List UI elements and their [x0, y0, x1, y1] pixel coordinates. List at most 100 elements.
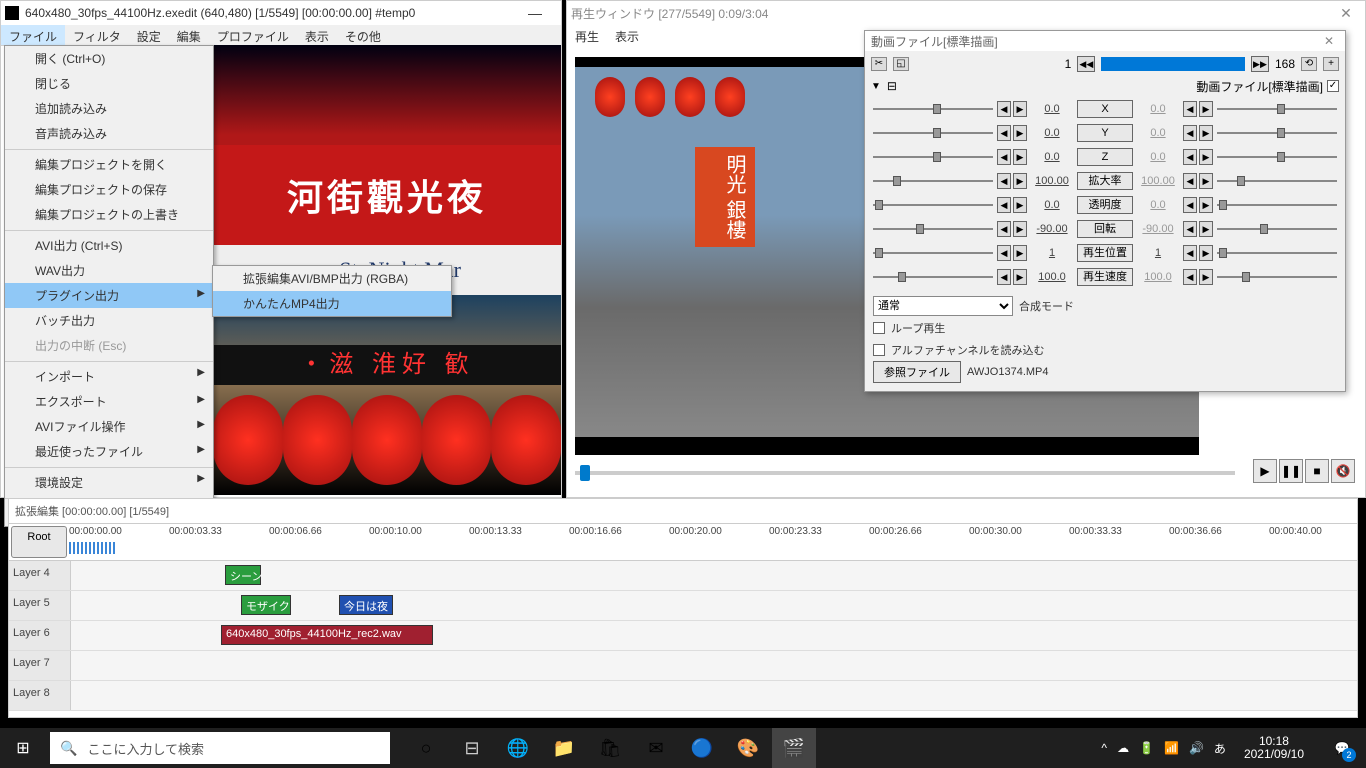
value-right[interactable]: 1: [1135, 247, 1181, 259]
slider-left[interactable]: [871, 173, 995, 189]
step-right-2[interactable]: ▶: [1199, 221, 1213, 237]
step-right[interactable]: ▶: [1013, 245, 1027, 261]
mute-button[interactable]: 🔇: [1331, 459, 1355, 483]
slider-right[interactable]: [1215, 173, 1339, 189]
taskbar-search[interactable]: 🔍 ここに入力して検索: [50, 732, 390, 764]
menu-other[interactable]: その他: [337, 25, 389, 45]
tray-wifi-icon[interactable]: 📶: [1164, 741, 1179, 755]
file-menu-item[interactable]: 編集プロジェクトの保存: [5, 177, 213, 202]
step-left[interactable]: ◀: [997, 221, 1011, 237]
start-button[interactable]: ⊞: [0, 728, 46, 768]
cortana-icon[interactable]: ○: [404, 728, 448, 768]
layer-name[interactable]: Layer 6: [9, 621, 71, 650]
timeline-clip[interactable]: 今日は夜: [339, 595, 393, 615]
timeline-ruler[interactable]: 00:00:00.0000:00:03.3300:00:06.6600:00:1…: [69, 524, 1357, 560]
step-right[interactable]: ▶: [1013, 101, 1027, 117]
step-right[interactable]: ▶: [1013, 221, 1027, 237]
param-button[interactable]: 再生速度: [1077, 268, 1133, 286]
submenu-item[interactable]: 拡張編集AVI/BMP出力 (RGBA): [213, 266, 451, 291]
step-left[interactable]: ◀: [997, 269, 1011, 285]
step-left[interactable]: ◀: [997, 149, 1011, 165]
layer-track[interactable]: シーン: [71, 561, 1357, 590]
layer-track[interactable]: [71, 651, 1357, 680]
file-menu-item[interactable]: AVI出力 (Ctrl+S): [5, 230, 213, 258]
chrome-icon[interactable]: 🔵: [680, 728, 724, 768]
tool-icon-2[interactable]: ◱: [893, 57, 909, 71]
step-right[interactable]: ▶: [1013, 197, 1027, 213]
playback-seekbar[interactable]: [575, 463, 1235, 483]
tray-chevron-icon[interactable]: ^: [1101, 741, 1107, 755]
layer-name[interactable]: Layer 8: [9, 681, 71, 710]
menu-view[interactable]: 表示: [297, 25, 337, 45]
tray-ime-icon[interactable]: あ: [1214, 740, 1226, 757]
param-button[interactable]: 透明度: [1077, 196, 1133, 214]
reference-file-button[interactable]: 参照ファイル: [873, 361, 961, 383]
step-left[interactable]: ◀: [997, 101, 1011, 117]
menu-file[interactable]: ファイル: [1, 25, 65, 45]
step-left[interactable]: ◀: [997, 125, 1011, 141]
play-button[interactable]: ▶: [1253, 459, 1277, 483]
slider-right[interactable]: [1215, 197, 1339, 213]
value-left[interactable]: 1: [1029, 247, 1075, 259]
value-right[interactable]: 0.0: [1135, 199, 1181, 211]
timeline-clip[interactable]: シーン: [225, 565, 261, 585]
property-close[interactable]: ✕: [1319, 34, 1339, 48]
file-menu-item[interactable]: 開く (Ctrl+O): [5, 46, 213, 71]
step-left-2[interactable]: ◀: [1183, 269, 1197, 285]
pause-button[interactable]: ❚❚: [1279, 459, 1303, 483]
param-button[interactable]: 回転: [1077, 220, 1133, 238]
value-left[interactable]: -90.00: [1029, 223, 1075, 235]
value-left[interactable]: 100.0: [1029, 271, 1075, 283]
file-menu-item[interactable]: 最近使ったファイル▶: [5, 439, 213, 464]
param-button[interactable]: X: [1077, 100, 1133, 118]
tool-icon-1[interactable]: ✂: [871, 57, 887, 71]
explorer-icon[interactable]: 📁: [542, 728, 586, 768]
param-button[interactable]: 拡大率: [1077, 172, 1133, 190]
step-left-2[interactable]: ◀: [1183, 197, 1197, 213]
file-menu-item[interactable]: WAV出力: [5, 258, 213, 283]
timeline-clip[interactable]: 640x480_30fps_44100Hz_rec2.wav: [221, 625, 433, 645]
step-right-2[interactable]: ▶: [1199, 269, 1213, 285]
timeline-root-button[interactable]: Root: [11, 526, 67, 558]
layer-track[interactable]: モザイク 今日は夜: [71, 591, 1357, 620]
step-right[interactable]: ▶: [1013, 125, 1027, 141]
menu-profile[interactable]: プロファイル: [209, 25, 297, 45]
value-left[interactable]: 0.0: [1029, 199, 1075, 211]
value-right[interactable]: 0.0: [1135, 151, 1181, 163]
file-menu-item[interactable]: インポート▶: [5, 361, 213, 389]
menu-filter[interactable]: フィルタ: [65, 25, 129, 45]
value-left[interactable]: 100.00: [1029, 175, 1075, 187]
slider-left[interactable]: [871, 197, 995, 213]
step-left-2[interactable]: ◀: [1183, 101, 1197, 117]
file-menu-item[interactable]: 閉じる: [5, 71, 213, 96]
timeline-clip[interactable]: モザイク: [241, 595, 291, 615]
step-right[interactable]: ▶: [1013, 269, 1027, 285]
playback-menu-view[interactable]: 表示: [607, 25, 647, 46]
collapse-icon[interactable]: ▼: [871, 81, 881, 92]
minimize-button[interactable]: —: [513, 1, 557, 25]
handle-icon[interactable]: ⊟: [887, 79, 897, 93]
file-menu-item[interactable]: 音声読み込み: [5, 121, 213, 146]
property-enable-check[interactable]: ✓: [1327, 80, 1339, 92]
menu-edit[interactable]: 編集: [169, 25, 209, 45]
value-left[interactable]: 0.0: [1029, 103, 1075, 115]
tray-volume-icon[interactable]: 🔊: [1189, 741, 1204, 755]
step-right-2[interactable]: ▶: [1199, 197, 1213, 213]
file-menu-item[interactable]: 編集プロジェクトを開く: [5, 149, 213, 177]
slider-right[interactable]: [1215, 269, 1339, 285]
value-right[interactable]: -90.00: [1135, 223, 1181, 235]
store-icon[interactable]: 🛍: [588, 728, 632, 768]
layer-name[interactable]: Layer 5: [9, 591, 71, 620]
frame-prev[interactable]: ◀◀: [1077, 56, 1095, 72]
submenu-item[interactable]: かんたんMP4出力: [213, 291, 451, 316]
param-button[interactable]: Z: [1077, 148, 1133, 166]
notification-icon[interactable]: 💬2: [1322, 728, 1362, 768]
step-right[interactable]: ▶: [1013, 149, 1027, 165]
loop-checkbox[interactable]: [873, 322, 885, 334]
slider-left[interactable]: [871, 221, 995, 237]
step-right-2[interactable]: ▶: [1199, 245, 1213, 261]
step-right-2[interactable]: ▶: [1199, 101, 1213, 117]
step-left-2[interactable]: ◀: [1183, 221, 1197, 237]
stop-button[interactable]: ■: [1305, 459, 1329, 483]
step-left-2[interactable]: ◀: [1183, 125, 1197, 141]
